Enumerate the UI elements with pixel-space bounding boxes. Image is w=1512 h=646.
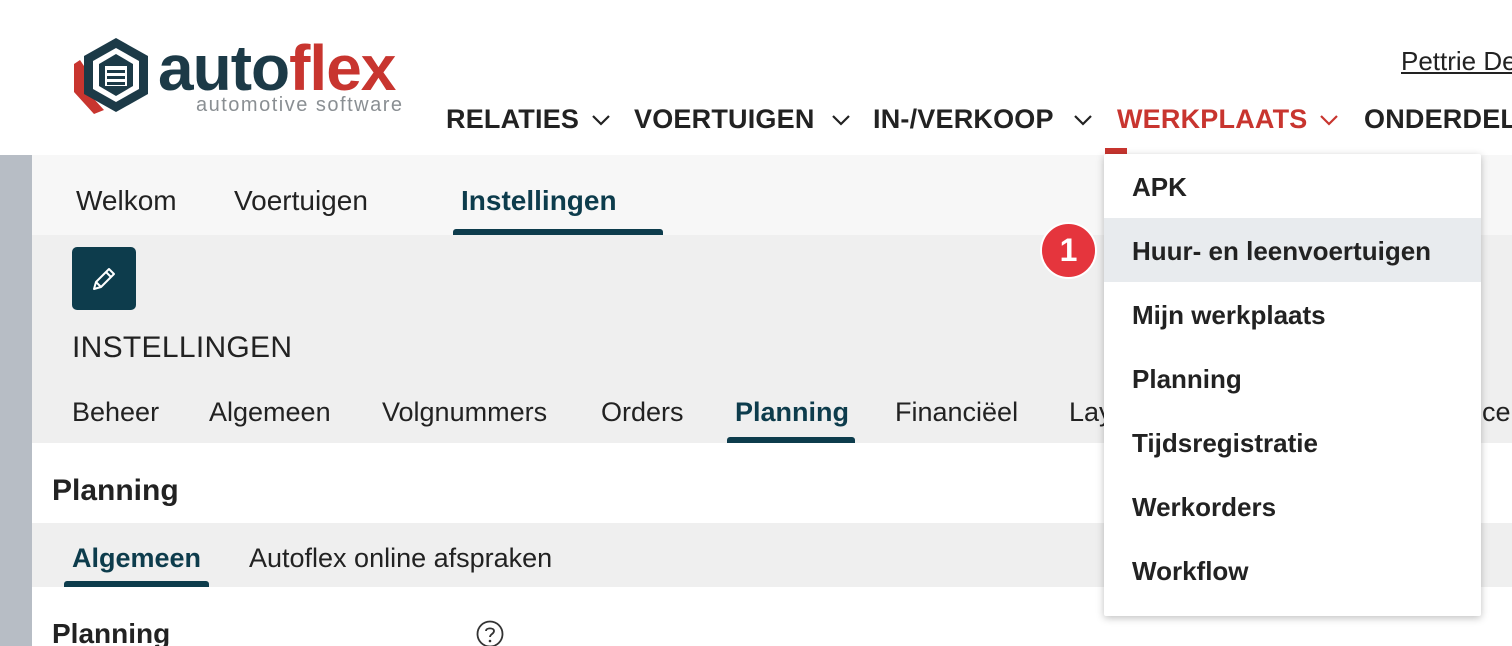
autoflex-logo[interactable]: autoflex automotive software [70, 32, 430, 118]
settings-tab-algemeen[interactable]: Algemeen [209, 397, 331, 428]
page-title: INSTELLINGEN [72, 331, 293, 364]
tab-instellingen[interactable]: Instellingen [461, 185, 617, 217]
user-account-link[interactable]: Pettrie De [1401, 46, 1512, 77]
autoflex-logo-icon [74, 38, 148, 114]
step-number-badge: 1 [1040, 222, 1097, 279]
chevron-down-icon [832, 115, 850, 126]
chevron-down-icon [1074, 115, 1092, 126]
menu-item-apk[interactable]: APK [1104, 154, 1481, 218]
settings-tab-truncated[interactable]: ce [1482, 397, 1511, 428]
menu-item-mijn-werkplaats[interactable]: Mijn werkplaats [1104, 282, 1481, 346]
menu-item-huur-en-leenvoertuigen[interactable]: Huur- en leenvoertuigen [1104, 218, 1481, 282]
settings-tab-beheer[interactable]: Beheer [72, 397, 159, 428]
planning-field-label: Planning [52, 618, 171, 646]
subtab-algemeen[interactable]: Algemeen [72, 543, 201, 574]
active-subtab-underline [64, 581, 209, 587]
menu-item-workflow[interactable]: Workflow [1104, 538, 1481, 602]
menu-item-planning[interactable]: Planning [1104, 346, 1481, 410]
chevron-down-icon [592, 115, 610, 126]
left-sidebar-strip [0, 155, 32, 646]
tab-voertuigen[interactable]: Voertuigen [234, 185, 368, 217]
app-header: autoflex automotive software Pettrie De … [0, 0, 1512, 155]
settings-tab-financieel[interactable]: Financiëel [895, 397, 1018, 428]
edit-button[interactable] [72, 247, 136, 310]
werkplaats-dropdown-menu: APK Huur- en leenvoertuigen Mijn werkpla… [1104, 154, 1481, 616]
settings-tab-orders[interactable]: Orders [601, 397, 684, 428]
settings-tab-planning[interactable]: Planning [735, 397, 849, 428]
chevron-down-icon [1320, 115, 1338, 126]
pencil-icon [93, 268, 115, 290]
active-settings-tab-underline [727, 437, 855, 443]
settings-tab-volgnummers[interactable]: Volgnummers [382, 397, 547, 428]
logo-tagline: automotive software [196, 94, 404, 116]
help-icon[interactable] [476, 620, 504, 646]
subtab-online-afspraken[interactable]: Autoflex online afspraken [249, 543, 552, 574]
tab-welkom[interactable]: Welkom [76, 185, 177, 217]
section-title: Planning [52, 474, 179, 507]
menu-item-tijdsregistratie[interactable]: Tijdsregistratie [1104, 410, 1481, 474]
menu-item-werkorders[interactable]: Werkorders [1104, 474, 1481, 538]
